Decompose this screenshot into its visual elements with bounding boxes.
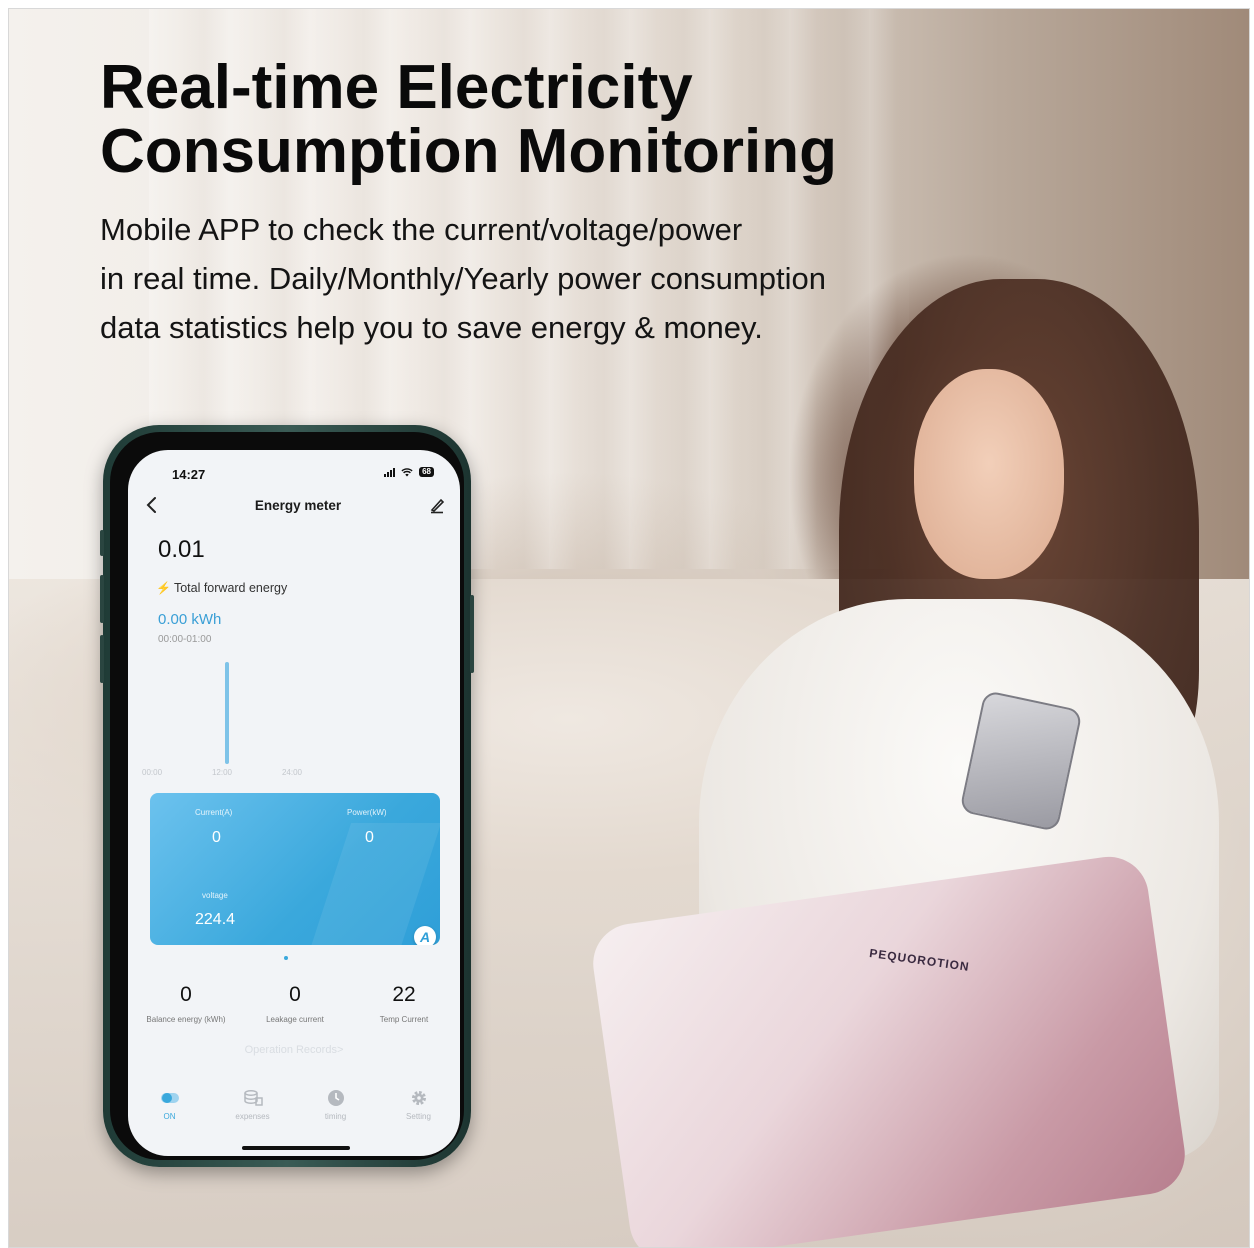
status-time: 14:27 <box>172 467 206 482</box>
energy-label-text: Total forward energy <box>173 581 288 595</box>
voltage-label: voltage <box>202 891 228 900</box>
volume-up-button <box>100 575 104 623</box>
mute-switch <box>100 530 104 556</box>
stat-label: Leakage current <box>266 1015 324 1024</box>
stat-label: Balance energy (kWh) <box>146 1015 226 1024</box>
tab-label: ON <box>163 1112 176 1121</box>
current-label: Current(A) <box>195 808 233 817</box>
current-value: 0 <box>212 829 221 846</box>
description-line-3: data statistics help you to save energy … <box>100 310 763 345</box>
status-icons: 68 <box>384 467 434 477</box>
wifi-icon <box>401 468 413 477</box>
description-line-1: Mobile APP to check the current/voltage/… <box>100 212 743 247</box>
chart-tick-1: 12:00 <box>211 768 233 777</box>
chart-tick-0: 00:00 <box>142 768 163 777</box>
metrics-card[interactable]: Current(A) 0 Power(kW) 0 voltage 224.4 A <box>150 793 440 945</box>
stat-label: Temp Current <box>379 1015 429 1024</box>
time-range: 00:00-01:00 <box>158 634 212 645</box>
description-line-2: in real time. Daily/Monthly/Yearly power… <box>100 261 826 296</box>
tab-timing[interactable]: timing <box>301 1088 371 1121</box>
stat-value: 0 <box>289 983 301 1006</box>
volume-down-button <box>100 635 104 683</box>
kwh-unit: kWh <box>191 611 222 628</box>
app-screen: 14:27 68 Energy meter 0.01 ⚡ Total forwa… <box>128 450 460 1156</box>
stat-balance-energy: 0 Balance energy (kWh) <box>131 983 241 1024</box>
stat-leakage-current: 0 Leakage current <box>240 983 350 1024</box>
operation-records-link[interactable]: Operation Records> <box>128 1044 460 1056</box>
woman-face <box>914 369 1064 579</box>
headline-line-2: Consumption Monitoring <box>100 117 837 186</box>
tab-setting[interactable]: Setting <box>384 1088 454 1121</box>
tab-bar: ON expenses timing Setting <box>128 1088 460 1121</box>
tab-label: timing <box>324 1112 347 1121</box>
kwh-value: 0.00 <box>158 611 188 628</box>
auto-badge[interactable]: A <box>414 926 436 945</box>
lightning-icon: ⚡ <box>156 581 171 595</box>
power-label: Power(kW) <box>347 808 387 817</box>
toggle-icon <box>160 1093 179 1103</box>
phone-mockup: 14:27 68 Energy meter 0.01 ⚡ Total forwa… <box>100 425 474 1167</box>
phone-bezel: 14:27 68 Energy meter 0.01 ⚡ Total forwa… <box>110 432 464 1160</box>
signal-icon <box>384 467 396 477</box>
chart-tick-2: 24:00 <box>281 768 302 777</box>
stat-value: 22 <box>392 983 416 1006</box>
voltage-value: 224.4 <box>195 911 236 928</box>
edit-icon[interactable] <box>428 496 446 514</box>
tab-label: expenses <box>235 1112 270 1121</box>
chart-x-axis: 00:00 12:00 24:00 <box>142 768 302 777</box>
coins-icon <box>243 1090 263 1106</box>
total-forward-energy-label: ⚡ Total forward energy <box>156 581 287 595</box>
total-energy-value: 0.01 <box>158 536 205 563</box>
power-value: 0 <box>365 829 374 846</box>
home-indicator[interactable] <box>242 1146 350 1150</box>
headline-line-1: Real-time Electricity <box>100 53 693 122</box>
kwh-reading: 0.00 kWh <box>158 611 221 628</box>
power-button <box>470 595 474 673</box>
clock-icon <box>327 1090 344 1106</box>
chart-bar[interactable] <box>225 662 229 764</box>
page-title: Energy meter <box>254 498 342 513</box>
stat-value: 0 <box>180 983 192 1006</box>
headline: Real-time Electricity Consumption Monito… <box>100 56 960 184</box>
battery-icon: 68 <box>419 467 434 477</box>
tab-expenses[interactable]: expenses <box>218 1088 288 1121</box>
tab-on[interactable]: ON <box>135 1088 205 1121</box>
description: Mobile APP to check the current/voltage/… <box>100 205 960 352</box>
gear-icon <box>411 1091 426 1105</box>
stat-temp-current: 22 Temp Current <box>349 983 459 1024</box>
page-indicator <box>284 956 288 960</box>
tab-label: Setting <box>406 1112 431 1121</box>
